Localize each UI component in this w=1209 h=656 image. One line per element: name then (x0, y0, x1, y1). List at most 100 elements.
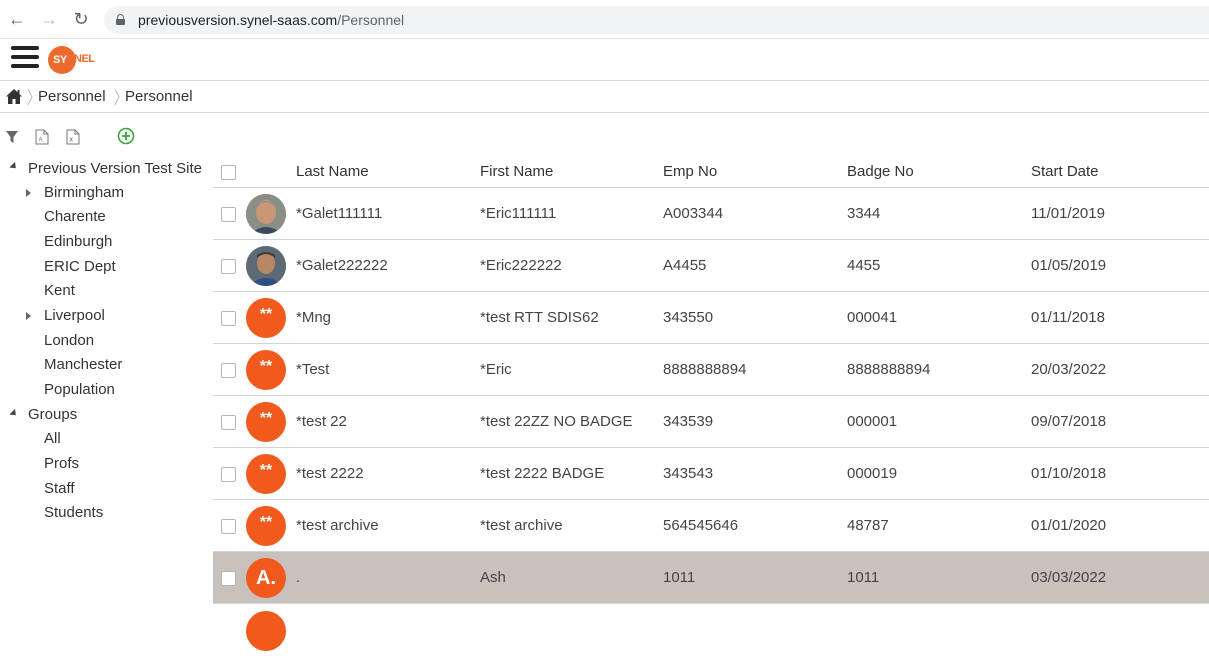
tree-item-groups[interactable]: Groups (28, 406, 77, 423)
cell-badge-no: 000001 (847, 413, 898, 430)
add-employee-icon[interactable] (117, 127, 135, 145)
column-header-start-date[interactable]: Start Date (1031, 163, 1099, 180)
cell-first-name: *Eric111111 (480, 205, 557, 222)
tree-item-group[interactable]: Students (44, 504, 103, 521)
lock-icon (116, 14, 125, 25)
cell-last-name: *test 2222 (296, 465, 364, 482)
cell-badge-no: 000041 (847, 309, 898, 326)
cell-emp-no: 564545646 (663, 517, 739, 534)
breadcrumb-separator-icon (114, 88, 120, 106)
list-toolbar: A x (0, 126, 210, 148)
tree-item-group[interactable]: All (44, 430, 61, 447)
cell-start-date: 11/01/2019 (1031, 205, 1105, 222)
forward-arrow-icon[interactable]: → (38, 8, 60, 30)
avatar (246, 246, 286, 286)
personnel-grid: Last Name First Name Emp No Badge No Sta… (213, 152, 1209, 656)
cell-first-name: *test 2222 BADGE (480, 465, 605, 482)
cell-first-name: *test archive (480, 517, 563, 534)
cell-emp-no: 8888888894 (663, 361, 747, 378)
hamburger-menu-icon[interactable] (11, 46, 39, 72)
cell-emp-no: 343543 (663, 465, 714, 482)
table-row[interactable]: ** *test archive *test archive 564545646… (213, 500, 1209, 552)
row-checkbox[interactable] (221, 467, 236, 482)
row-checkbox[interactable] (221, 519, 236, 534)
cell-badge-no: 48787 (847, 517, 889, 534)
cell-first-name: *Eric (480, 361, 512, 378)
pdf-export-icon[interactable]: A (35, 129, 49, 145)
avatar: ** (246, 454, 286, 494)
row-checkbox[interactable] (221, 259, 236, 274)
table-row-selected[interactable]: A. . Ash 1011 1011 03/03/2022 (213, 552, 1209, 604)
expand-arrow-icon[interactable] (26, 312, 31, 320)
tree-item-group[interactable]: Staff (44, 480, 75, 497)
cell-last-name: . (296, 569, 301, 586)
table-row[interactable]: ** *test 2222 *test 2222 BADGE 343543 00… (213, 448, 1209, 500)
table-row[interactable]: ** *Mng *test RTT SDIS62 343550 000041 0… (213, 292, 1209, 344)
avatar (246, 194, 286, 234)
tree-item-department[interactable]: Liverpool (44, 307, 105, 324)
svg-text:A: A (39, 138, 43, 144)
svg-text:x: x (70, 137, 74, 144)
tree-item-department[interactable]: London (44, 332, 94, 349)
column-header-emp-no[interactable]: Emp No (663, 163, 717, 180)
cell-start-date: 01/05/2019 (1031, 257, 1107, 274)
table-row[interactable]: *Galet222222 *Eric222222 A4455 4455 01/0… (213, 240, 1209, 292)
cell-emp-no: A4455 (663, 257, 707, 274)
table-row-partial[interactable] (213, 604, 1209, 656)
column-header-last-name[interactable]: Last Name (296, 163, 369, 180)
tree-item-department[interactable]: Population (44, 381, 115, 398)
address-bar[interactable]: previousversion.synel-saas.com/Personnel (104, 6, 1209, 34)
cell-badge-no: 8888888894 (847, 361, 931, 378)
tree-item-site[interactable]: Previous Version Test Site (28, 160, 202, 177)
row-checkbox[interactable] (221, 311, 236, 326)
cell-start-date: 01/10/2018 (1031, 465, 1107, 482)
cell-start-date: 01/01/2020 (1031, 517, 1107, 534)
row-checkbox[interactable] (221, 571, 236, 586)
cell-first-name: *Eric222222 (480, 257, 562, 274)
breadcrumb-item-current: Personnel (125, 88, 193, 105)
cell-last-name: *Mng (296, 309, 332, 326)
expand-arrow-icon[interactable] (26, 189, 31, 197)
cell-last-name: *Galet222222 (296, 257, 388, 274)
excel-export-icon[interactable]: x (66, 129, 80, 145)
home-icon[interactable] (5, 88, 23, 105)
tree-item-department[interactable]: Kent (44, 282, 75, 299)
tree-item-department[interactable]: Edinburgh (44, 233, 112, 250)
grid-header: Last Name First Name Emp No Badge No Sta… (213, 152, 1209, 188)
cell-start-date: 20/03/2022 (1031, 361, 1107, 378)
column-header-badge-no[interactable]: Badge No (847, 163, 914, 180)
row-checkbox[interactable] (221, 363, 236, 378)
collapse-arrow-icon[interactable] (9, 408, 19, 419)
breadcrumb: Personnel Personnel (0, 82, 1209, 113)
cell-start-date: 01/11/2018 (1031, 309, 1105, 326)
cell-last-name: *Galet111111 (296, 205, 383, 222)
cell-emp-no: 1011 (663, 569, 696, 586)
cell-first-name: *test 22ZZ NO BADGE (480, 413, 633, 430)
select-all-checkbox[interactable] (221, 165, 236, 180)
tree-item-group[interactable]: Profs (44, 455, 79, 472)
avatar: ** (246, 402, 286, 442)
cell-emp-no: A003344 (663, 205, 724, 222)
avatar: ** (246, 350, 286, 390)
reload-icon[interactable]: ↻ (70, 8, 92, 30)
column-header-first-name[interactable]: First Name (480, 163, 553, 180)
collapse-arrow-icon[interactable] (9, 161, 19, 172)
browser-toolbar: ← → ↻ previousversion.synel-saas.com/Per… (0, 0, 1209, 39)
breadcrumb-item-personnel[interactable]: Personnel (38, 88, 106, 105)
table-row[interactable]: ** *test 22 *test 22ZZ NO BADGE 343539 0… (213, 396, 1209, 448)
cell-first-name: *test RTT SDIS62 (480, 309, 599, 326)
tree-item-department[interactable]: Charente (44, 208, 106, 225)
tree-item-department[interactable]: Manchester (44, 356, 122, 373)
avatar: A. (246, 558, 286, 598)
url-text: previousversion.synel-saas.com/Personnel (138, 12, 405, 28)
back-arrow-icon[interactable]: ← (6, 8, 28, 30)
row-checkbox[interactable] (221, 207, 236, 222)
filter-icon[interactable] (5, 130, 19, 144)
table-row[interactable]: ** *Test *Eric 8888888894 8888888894 20/… (213, 344, 1209, 396)
avatar: ** (246, 506, 286, 546)
table-row[interactable]: *Galet111111 *Eric111111 A003344 3344 11… (213, 188, 1209, 240)
app-header: SY NEL (0, 39, 1209, 81)
tree-item-department[interactable]: Birmingham (44, 184, 124, 201)
tree-item-department[interactable]: ERIC Dept (44, 258, 116, 275)
row-checkbox[interactable] (221, 415, 236, 430)
